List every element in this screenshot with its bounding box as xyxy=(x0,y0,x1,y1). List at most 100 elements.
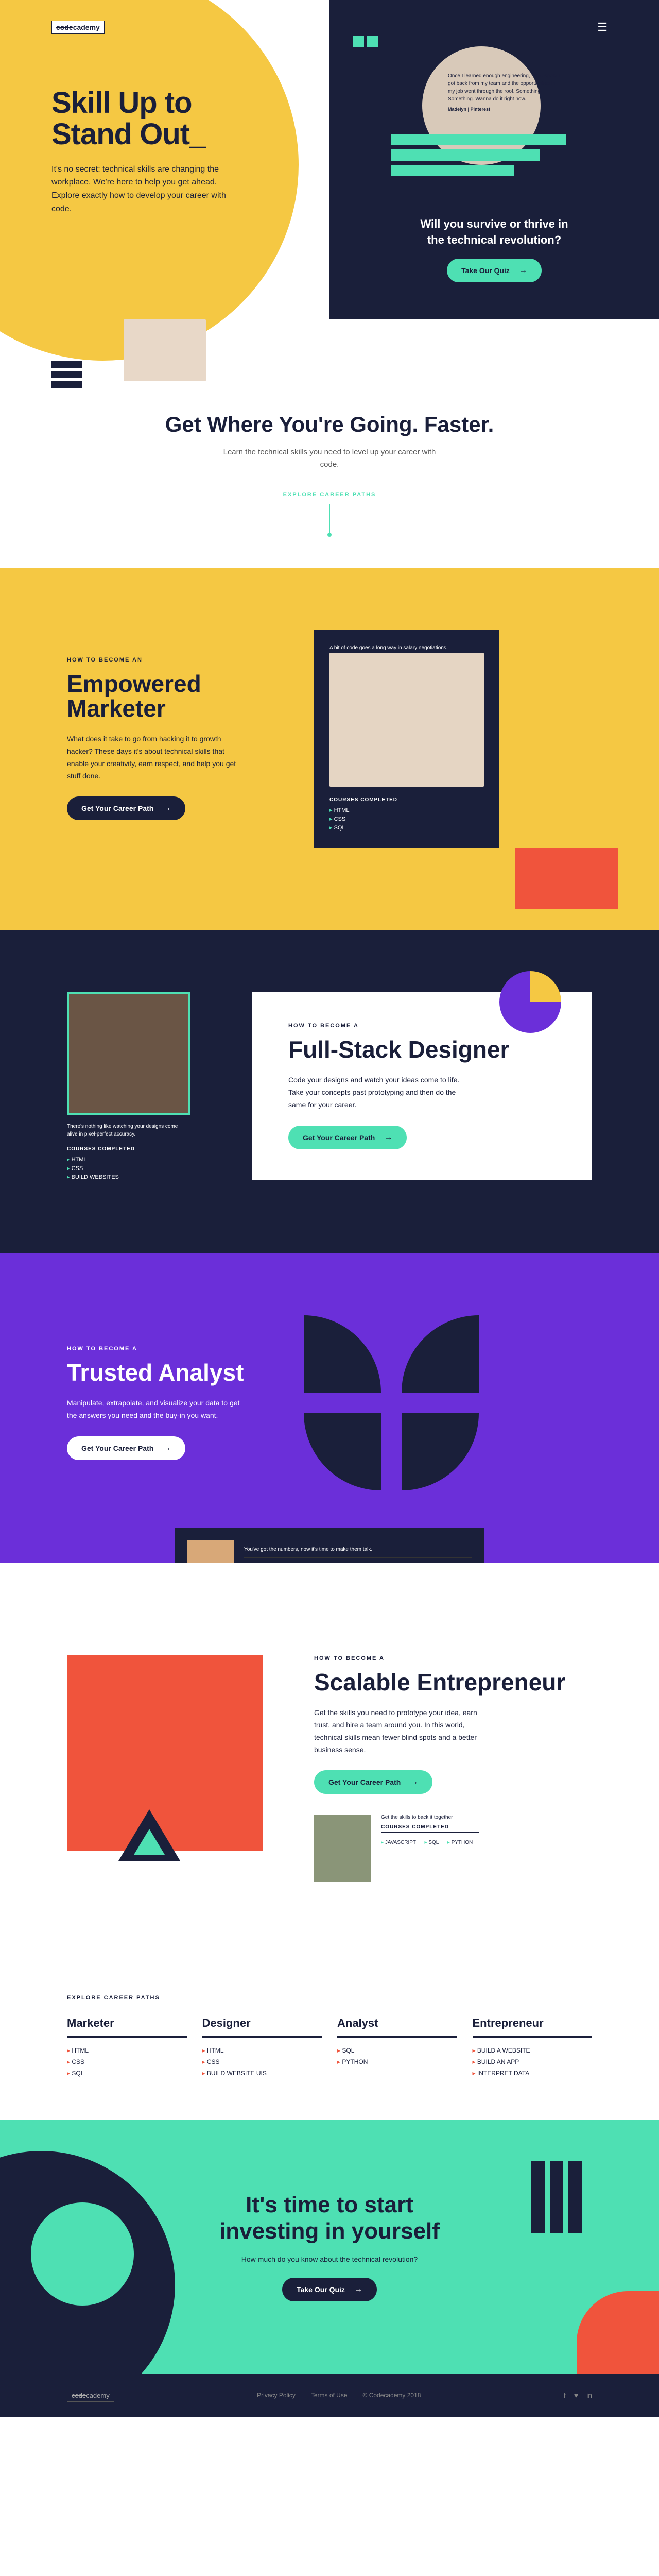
paths-label: EXPLORE CAREER PATHS xyxy=(67,1995,592,2001)
marketer-caption: A bit of code goes a long way in salary … xyxy=(330,645,484,651)
course-item: SQL xyxy=(424,1840,439,1845)
marketer-title: Empowered Marketer xyxy=(67,671,263,721)
path-col-entrepreneur[interactable]: Entrepreneur BUILD A WEBSITEBUILD AN APP… xyxy=(473,2016,593,2079)
marketer-photo xyxy=(330,653,484,787)
arrow-right-icon: → xyxy=(163,1444,171,1453)
entrepreneur-section: HOW TO BECOME A Scalable Entrepreneur Ge… xyxy=(0,1563,659,1954)
hero-title: Skill Up to Stand Out_ xyxy=(51,88,278,150)
path-item: SQL xyxy=(67,2067,187,2079)
footer-link[interactable]: Privacy Policy xyxy=(257,2392,296,2399)
entrep-photo xyxy=(314,1815,371,1882)
designer-caption: There's nothing like watching your desig… xyxy=(67,1123,180,1138)
getwhere-section: Get Where You're Going. Faster. Learn th… xyxy=(0,371,659,568)
designer-section: There's nothing like watching your desig… xyxy=(0,930,659,1253)
marketer-cta-button[interactable]: Get Your Career Path→ xyxy=(67,796,185,820)
marketer-desc: What does it take to go from hacking it … xyxy=(67,733,242,782)
path-item: HTML xyxy=(202,2045,322,2056)
path-title: Entrepreneur xyxy=(473,2016,593,2038)
entrep-desc: Get the skills you need to prototype you… xyxy=(314,1707,489,1756)
arrow-right-icon: → xyxy=(410,1777,418,1787)
final-title: It's time to start investing in yourself xyxy=(196,2192,463,2244)
hero-quote-bars xyxy=(391,134,566,180)
facebook-icon[interactable]: f xyxy=(564,2391,566,2399)
dot-decor xyxy=(327,533,332,537)
linkedin-icon[interactable]: in xyxy=(586,2391,592,2399)
analyst-section: HOW TO BECOME A Trusted Analyst Manipula… xyxy=(0,1253,659,1563)
course-item: HTML xyxy=(67,1155,211,1164)
entrep-cta-button[interactable]: Get Your Career Path→ xyxy=(314,1770,432,1794)
red-corner-decor xyxy=(577,2291,659,2374)
path-item: HTML xyxy=(67,2045,187,2056)
arrow-right-icon: → xyxy=(163,804,171,813)
designer-courses: HTML CSS BUILD WEBSITES xyxy=(67,1155,211,1181)
hero-quote: Once I learned enough engineering, the r… xyxy=(448,72,561,113)
path-col-marketer[interactable]: Marketer HTMLCSSSQL xyxy=(67,2016,187,2079)
course-item: CSS xyxy=(67,1164,211,1173)
path-col-analyst[interactable]: Analyst SQLPYTHON xyxy=(337,2016,457,2079)
final-cta-section: It's time to start investing in yourself… xyxy=(0,2120,659,2373)
footer-copyright: © Codecademy 2018 xyxy=(363,2392,421,2399)
courses-label: COURSES COMPLETED xyxy=(67,1146,211,1152)
analyst-shape-decor xyxy=(304,1315,479,1490)
path-title: Marketer xyxy=(67,2016,187,2038)
arrow-right-icon: → xyxy=(519,266,527,275)
analyst-desc: Manipulate, extrapolate, and visualize y… xyxy=(67,1397,242,1422)
brand-logo[interactable]: codecademy xyxy=(51,21,105,34)
arrow-right-icon: → xyxy=(354,2285,362,2294)
courses-label: COURSES COMPLETED xyxy=(244,1557,472,1563)
analyst-card: You've got the numbers, now it's time to… xyxy=(175,1528,484,1563)
heart-icon[interactable]: ♥ xyxy=(574,2391,578,2399)
analyst-eyebrow: HOW TO BECOME A xyxy=(67,1346,263,1352)
path-item: CSS xyxy=(67,2056,187,2067)
entrep-mini-caption: Get the skills to back it together xyxy=(381,1815,479,1820)
final-desc: How much do you know about the technical… xyxy=(0,2255,659,2263)
hamburger-icon[interactable]: ☰ xyxy=(597,21,608,34)
hero-cta-head: Will you survive or thrive in the techni… xyxy=(412,216,577,248)
marketer-section: HOW TO BECOME AN Empowered Marketer What… xyxy=(0,568,659,930)
red-block-decor xyxy=(515,848,618,909)
footer-link[interactable]: Terms of Use xyxy=(311,2392,348,2399)
getwhere-desc: Learn the technical skills you need to l… xyxy=(221,446,438,471)
analyst-title: Trusted Analyst xyxy=(67,1360,263,1385)
path-col-designer[interactable]: Designer HTMLCSSBUILD WEBSITE UIS xyxy=(202,2016,322,2079)
designer-cta-button[interactable]: Get Your Career Path→ xyxy=(288,1126,407,1149)
take-quiz-button[interactable]: Take Our Quiz→ xyxy=(447,259,542,282)
entrep-courses: JAVASCRIPT SQL PYTHON xyxy=(381,1837,479,1846)
designer-title: Full-Stack Designer xyxy=(288,1037,556,1062)
course-item: BUILD WEBSITES xyxy=(67,1173,211,1181)
analyst-cta-button[interactable]: Get Your Career Path→ xyxy=(67,1436,185,1460)
path-item: SQL xyxy=(337,2045,457,2056)
hero-navy-panel: Once I learned enough engineering, the r… xyxy=(330,0,659,319)
entrep-title: Scalable Entrepreneur xyxy=(314,1670,592,1694)
designer-desc: Code your designs and watch your ideas c… xyxy=(288,1074,463,1111)
hero-bars-decor xyxy=(51,361,82,392)
path-item: BUILD AN APP xyxy=(473,2056,593,2067)
arrow-right-icon: → xyxy=(384,1133,392,1142)
path-item: BUILD A WEBSITE xyxy=(473,2045,593,2056)
hero-desc: It's no secret: technical skills are cha… xyxy=(51,163,237,215)
path-title: Analyst xyxy=(337,2016,457,2038)
course-item: HTML xyxy=(330,806,484,815)
designer-photo xyxy=(67,992,190,1115)
hero-text: Skill Up to Stand Out_ It's no secret: t… xyxy=(51,88,278,215)
explore-link[interactable]: EXPLORE CAREER PATHS xyxy=(0,492,659,498)
path-item: BUILD WEBSITE UIS xyxy=(202,2067,322,2079)
marketer-card: A bit of code goes a long way in salary … xyxy=(314,630,499,848)
path-item: CSS xyxy=(202,2056,322,2067)
hero-small-photo xyxy=(124,319,206,381)
courses-label: COURSES COMPLETED xyxy=(381,1824,479,1833)
hero-section: codecademy ☰ Skill Up to Stand Out_ It's… xyxy=(0,0,659,392)
analyst-photo xyxy=(187,1540,234,1563)
entrep-mini-card: Get the skills to back it together COURS… xyxy=(314,1815,592,1882)
footer-logo[interactable]: codecademy xyxy=(67,2389,114,2402)
path-title: Designer xyxy=(202,2016,322,2038)
path-item: INTERPRET DATA xyxy=(473,2067,593,2079)
final-quiz-button[interactable]: Take Our Quiz→ xyxy=(282,2278,377,2301)
pie-chart-decor xyxy=(499,971,561,1033)
course-item: PYTHON xyxy=(447,1840,473,1845)
paths-section: EXPLORE CAREER PATHS Marketer HTMLCSSSQL… xyxy=(0,1954,659,2120)
course-item: CSS xyxy=(330,815,484,823)
analyst-caption: You've got the numbers, now it's time to… xyxy=(244,1547,472,1552)
triangle-inner-decor xyxy=(134,1829,165,1855)
paths-grid: Marketer HTMLCSSSQL Designer HTMLCSSBUIL… xyxy=(67,2016,592,2079)
